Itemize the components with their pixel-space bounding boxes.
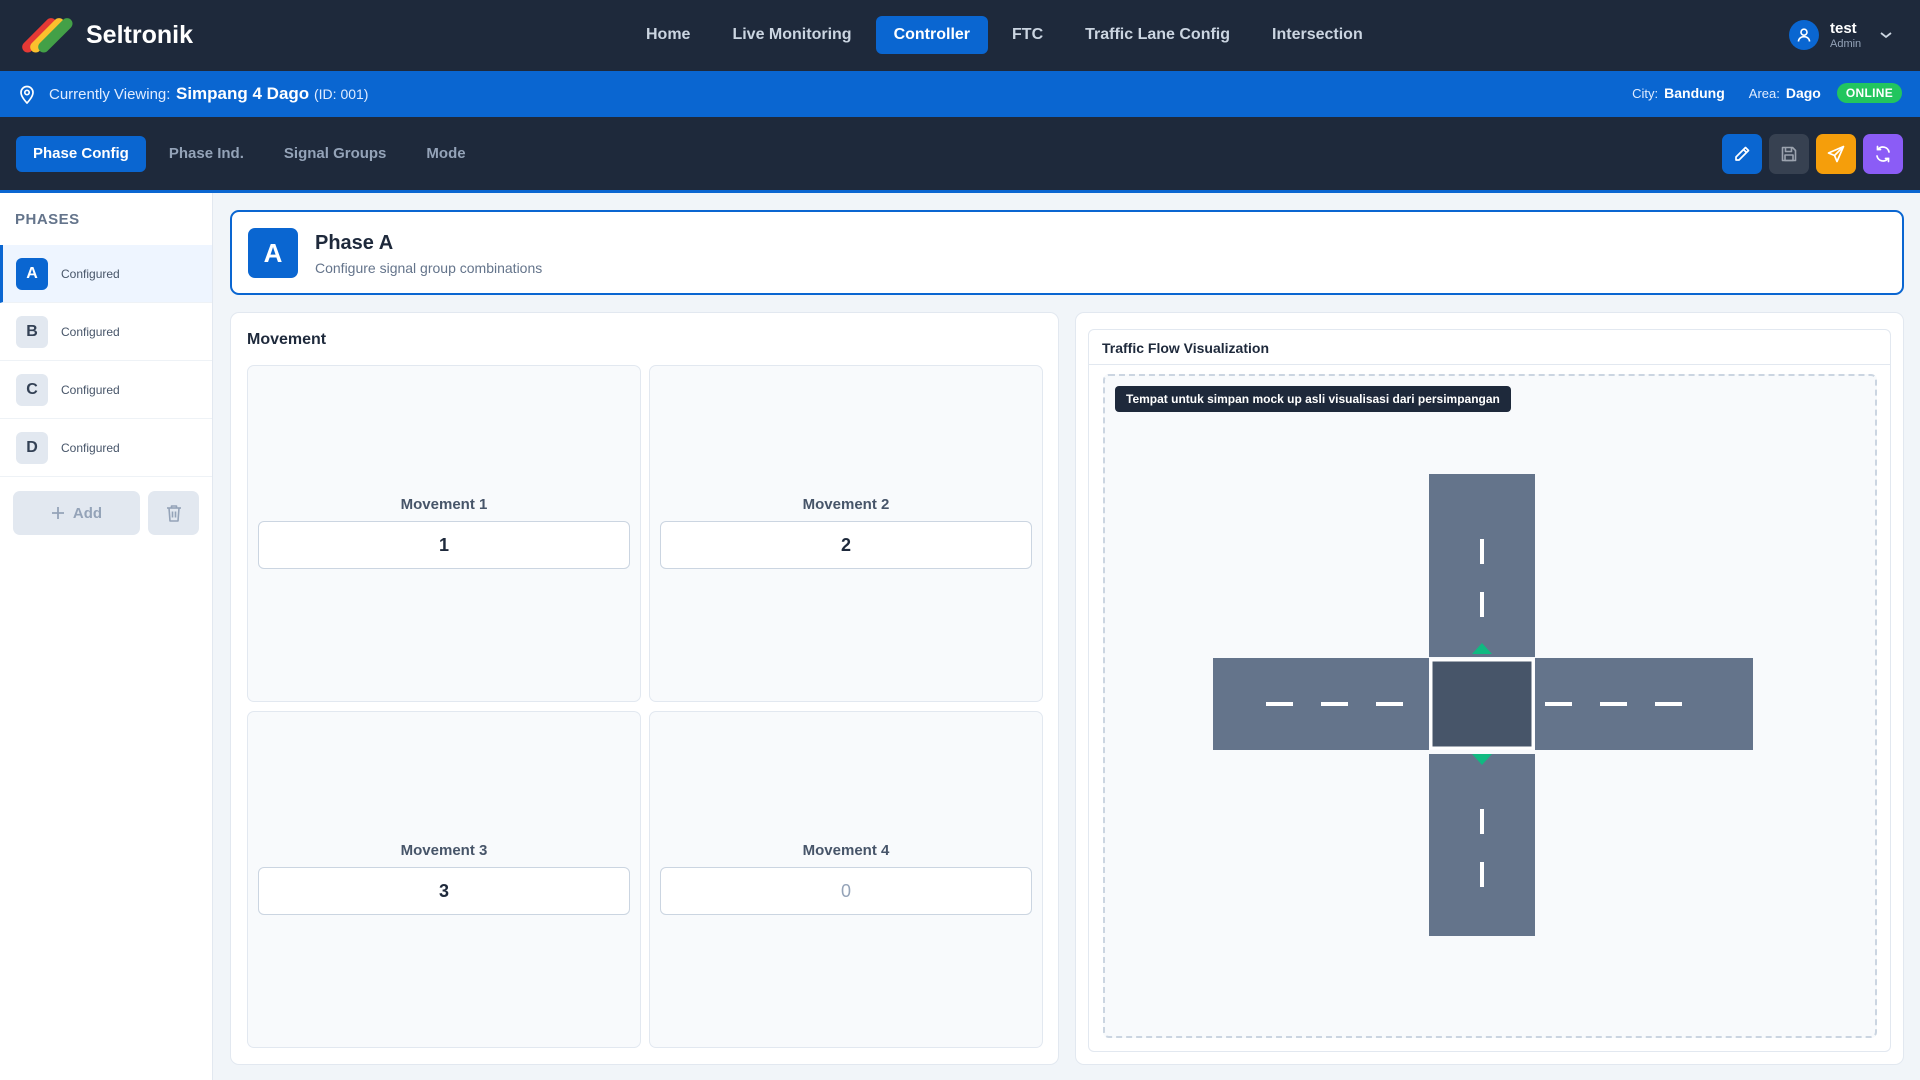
movement-label: Movement 3 [400,842,488,859]
area-value: Dago [1785,85,1821,101]
movement-cell-4: Movement 4 [649,711,1043,1048]
city-value: Bandung [1664,85,1725,101]
edit-button[interactable] [1722,134,1762,174]
movement-label: Movement 4 [802,842,890,859]
visualization-placeholder: Tempat untuk simpan mock up asli visuali… [1103,374,1877,1038]
trash-icon [166,505,181,522]
pencil-icon [1735,146,1750,161]
movement-cell-1: Movement 1 [247,365,641,702]
traffic-flow-card: Traffic Flow Visualization Tempat untuk … [1088,329,1891,1052]
phases-sidebar: PHASES A Configured B Configured C Confi… [0,193,213,1080]
movement-cell-3: Movement 3 [247,711,641,1048]
status-badge: ONLINE [1836,83,1902,103]
brand-name: Seltronik [86,21,193,49]
road-north [1429,474,1535,657]
phase-badge: D [16,431,48,464]
movement-2-input[interactable] [660,521,1032,569]
toolbar-actions [1722,134,1903,174]
phase-status: Configured [61,324,120,339]
phase-item-a[interactable]: A Configured [0,245,212,303]
intersection-center [1429,658,1535,750]
user-avatar [1789,20,1819,50]
location-pin-icon [20,85,34,104]
phase-badge: A [16,257,48,290]
visualization-tooltip: Tempat untuk simpan mock up asli visuali… [1115,386,1511,412]
movement-panel: Movement Movement 1 Movement 2 Movement … [230,312,1059,1065]
area-label: Area: [1748,85,1780,101]
phase-header-card: A Phase A Configure signal group combina… [230,210,1904,295]
user-icon [1797,28,1811,42]
main-nav: Home Live Monitoring Controller FTC Traf… [628,16,1381,54]
refresh-icon [1876,145,1890,163]
sync-button[interactable] [1863,134,1903,174]
user-name: test [1830,19,1857,37]
send-button[interactable] [1816,134,1856,174]
nav-traffic-lane-config[interactable]: Traffic Lane Config [1067,16,1248,54]
phase-subtitle: Configure signal group combinations [315,260,543,276]
phase-status: Configured [61,266,120,281]
tab-phase-config[interactable]: Phase Config [16,136,146,172]
nav-controller[interactable]: Controller [875,16,989,54]
phase-badge: C [16,373,48,406]
movement-3-input[interactable] [258,867,630,915]
chevron-down-icon[interactable] [1879,30,1893,40]
phase-status: Configured [61,440,120,455]
movement-1-input[interactable] [258,521,630,569]
intersection-diagram [1213,474,1753,936]
phase-list: A Configured B Configured C Configured D… [0,245,212,477]
phase-title: Phase A [315,232,394,254]
add-phase-button[interactable]: Add [13,491,140,535]
controller-toolbar: Phase Config Phase Ind. Signal Groups Mo… [0,117,1920,193]
viewing-label: Currently Viewing: [49,86,171,103]
intersection-name: Simpang 4 Dago [176,84,310,103]
movement-label: Movement 1 [400,496,488,513]
intersection-id: (ID: 001) [314,86,369,102]
phase-badge: B [16,315,48,348]
tab-mode[interactable]: Mode [409,136,482,172]
nav-live-monitoring[interactable]: Live Monitoring [714,16,869,54]
road-south [1429,754,1535,936]
top-navbar: Seltronik Home Live Monitoring Controlle… [0,0,1920,71]
nav-home[interactable]: Home [628,16,708,54]
send-icon [1827,145,1845,163]
tab-signal-groups[interactable]: Signal Groups [267,136,404,172]
traffic-flow-title: Traffic Flow Visualization [1102,340,1269,356]
phase-status: Configured [61,382,120,397]
movement-4-input[interactable] [660,867,1032,915]
phase-letter-badge: A [248,228,298,278]
phase-item-c[interactable]: C Configured [0,361,212,419]
currently-viewing-bar: Currently Viewing: Simpang 4 Dago (ID: 0… [0,71,1920,117]
nav-intersection[interactable]: Intersection [1254,16,1381,54]
user-role: Admin [1830,37,1862,50]
movement-cell-2: Movement 2 [649,365,1043,702]
movement-title: Movement [247,331,327,348]
phase-item-d[interactable]: D Configured [0,419,212,477]
save-icon [1781,146,1797,162]
traffic-flow-panel: Traffic Flow Visualization Tempat untuk … [1075,312,1904,1065]
phases-title: PHASES [15,211,80,228]
seltronik-logo-icon [22,18,73,53]
add-phase-label: Add [72,504,103,522]
save-button[interactable] [1769,134,1809,174]
city-label: City: [1632,85,1659,101]
controller-tabs: Phase Config Phase Ind. Signal Groups Mo… [16,136,483,172]
delete-phase-button[interactable] [148,491,199,535]
movement-label: Movement 2 [802,496,890,513]
phase-item-b[interactable]: B Configured [0,303,212,361]
plus-icon [51,507,64,519]
tab-phase-ind[interactable]: Phase Ind. [152,136,261,172]
user-menu[interactable]: test Admin [1789,16,1893,54]
nav-ftc[interactable]: FTC [994,16,1061,54]
